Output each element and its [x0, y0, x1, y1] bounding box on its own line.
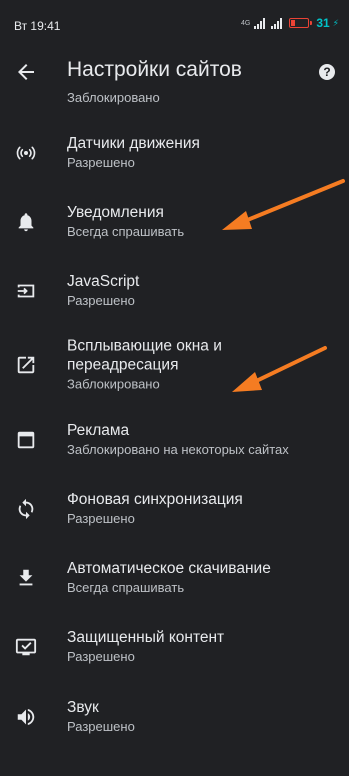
partial-item-sub: Заблокировано	[67, 90, 160, 105]
list-item-protected-content[interactable]: Защищенный контент Разрешено	[0, 613, 349, 682]
help-icon[interactable]: ?	[319, 64, 335, 80]
list-item-ads[interactable]: Реклама Заблокировано на некоторых сайта…	[0, 405, 349, 474]
status-time: Вт 19:41	[14, 19, 61, 33]
item-status: Разрешено	[67, 154, 135, 170]
bell-icon	[18, 213, 34, 232]
charging-icon: ⚡	[332, 17, 339, 28]
annotation-arrow-popups	[232, 346, 327, 392]
battery-icon	[289, 18, 313, 28]
item-status: Заблокировано на некоторых сайтах	[67, 441, 289, 457]
network-type: 4G	[240, 19, 251, 27]
status-bar: Вт 19:41 4G 31 ⚡	[0, 0, 349, 52]
volume-icon	[17, 708, 35, 725]
item-label: Фоновая синхронизация	[67, 490, 243, 508]
item-status: Разрешено	[67, 293, 135, 309]
javascript-icon	[17, 284, 35, 298]
toolbar: Настройки сайтов ?	[0, 52, 349, 94]
item-label: Автоматическое скачивание	[67, 560, 271, 578]
item-status: Разрешено	[67, 718, 135, 734]
ads-window-icon	[17, 431, 35, 448]
page-title: Настройки сайтов	[67, 58, 242, 81]
signal-icon	[254, 17, 266, 29]
back-arrow-icon[interactable]	[14, 60, 38, 84]
battery-percent: 31	[316, 16, 330, 30]
annotation-arrow-notifications	[222, 179, 345, 230]
item-label: JavaScript	[67, 273, 140, 291]
item-label: Реклама	[67, 421, 130, 439]
protected-content-icon	[15, 639, 37, 656]
item-status: Разрешено	[67, 510, 135, 526]
item-status: Разрешено	[67, 649, 135, 665]
item-status: Всегда спрашивать	[67, 580, 185, 596]
status-icons: 4G 31 ⚡	[241, 16, 339, 30]
item-label: Защищенный контент	[67, 629, 225, 647]
sync-icon	[18, 498, 34, 519]
list-item-auto-download[interactable]: Автоматическое скачивание Всегда спрашив…	[0, 543, 349, 612]
item-label: Звук	[67, 698, 99, 716]
item-label: Датчики движения	[67, 134, 200, 152]
list-item-javascript[interactable]: JavaScript Разрешено	[0, 257, 349, 326]
signal-icon-2	[271, 17, 283, 29]
list-item-background-sync[interactable]: Фоновая синхронизация Разрешено	[0, 474, 349, 543]
list-item-sound[interactable]: Звук Разрешено	[0, 682, 349, 751]
download-icon	[19, 569, 33, 586]
motion-sensors-icon	[16, 146, 36, 160]
open-in-new-icon	[17, 357, 35, 374]
